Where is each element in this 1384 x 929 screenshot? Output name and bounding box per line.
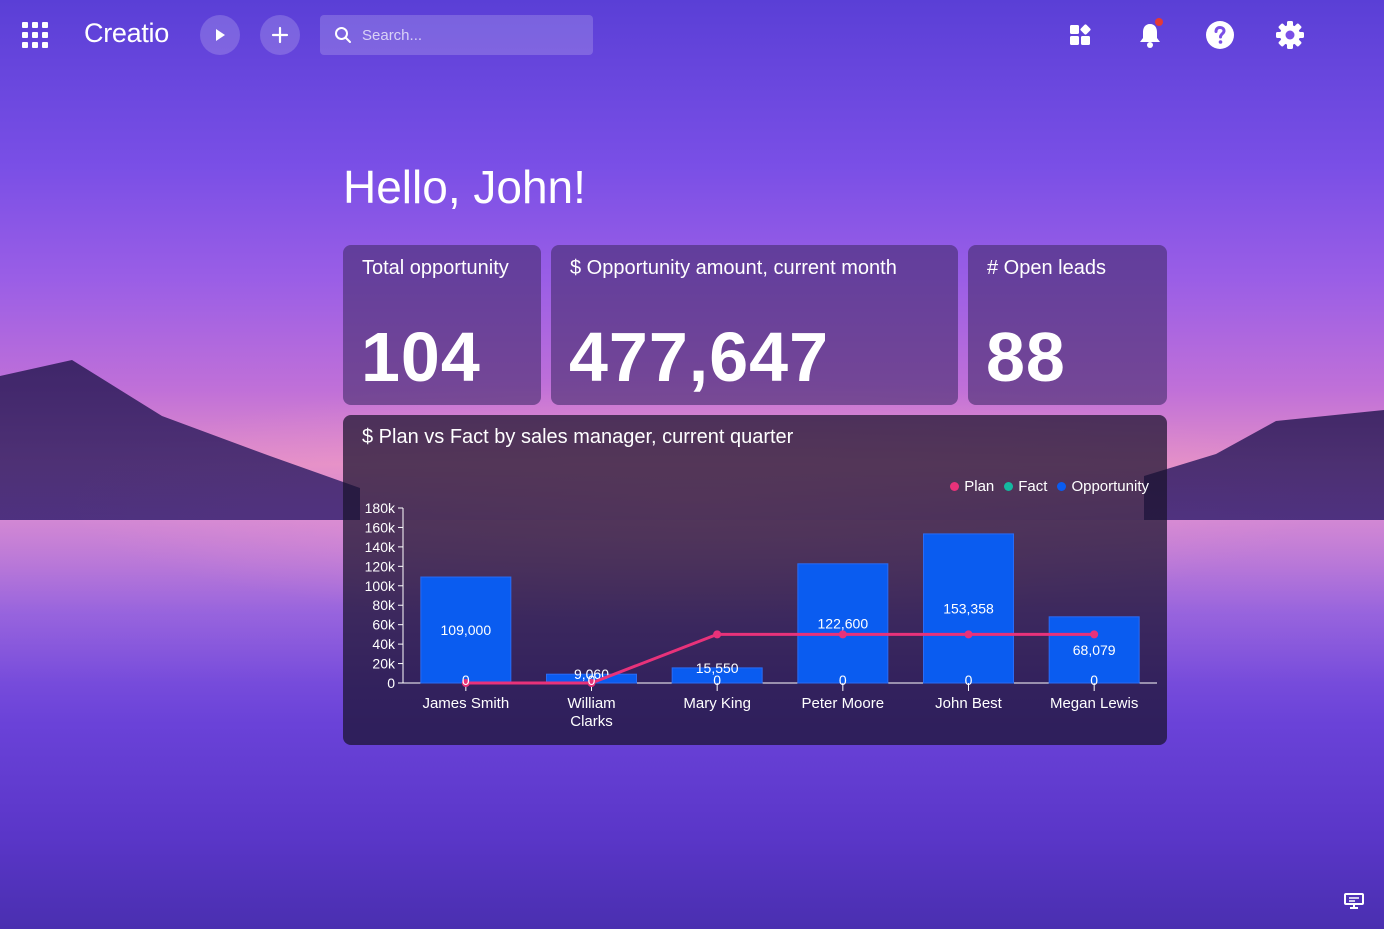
fact-value-label: 0 (965, 672, 973, 688)
monitor-icon (1344, 893, 1364, 909)
background-hill-left (0, 360, 360, 520)
plan-point[interactable] (713, 630, 722, 639)
y-tick-label: 100k (365, 578, 396, 594)
run-process-button[interactable] (200, 15, 240, 55)
plan-point[interactable] (964, 630, 973, 639)
search-bar[interactable] (320, 15, 593, 55)
search-icon (335, 27, 351, 43)
metric-value: 477,647 (569, 318, 830, 396)
bar-value-label: 122,600 (818, 615, 869, 631)
help-button[interactable] (1203, 18, 1237, 52)
play-icon (216, 29, 225, 41)
help-icon (1206, 21, 1234, 49)
creatio-logo[interactable]: Creatio (84, 18, 169, 49)
x-tick-label: John Best (935, 695, 1003, 712)
y-tick-label: 160k (365, 519, 396, 535)
y-tick-label: 40k (372, 636, 396, 652)
y-tick-label: 60k (372, 617, 396, 633)
fact-value-label: 0 (462, 672, 470, 688)
metric-title: # Open leads (987, 257, 1106, 279)
y-tick-label: 20k (372, 656, 396, 672)
add-button[interactable] (260, 15, 300, 55)
metric-title: Total opportunity (362, 257, 509, 279)
metric-card-total-opportunity[interactable]: Total opportunity 104 (343, 245, 541, 405)
y-tick-label: 180k (365, 500, 396, 516)
y-tick-label: 140k (365, 539, 396, 555)
metric-title: $ Opportunity amount, current month (570, 257, 897, 279)
widgets-button[interactable] (1063, 18, 1097, 52)
settings-button[interactable] (1273, 18, 1307, 52)
x-tick-label: Megan Lewis (1050, 695, 1138, 712)
background-hill-right (1144, 410, 1384, 520)
bar-value-label: 153,358 (943, 600, 994, 616)
gear-icon (1276, 21, 1304, 49)
plan-point[interactable] (838, 630, 847, 639)
bar-value-label: 68,079 (1073, 642, 1116, 658)
fact-value-label: 0 (713, 672, 721, 688)
apps-grid-icon[interactable] (22, 22, 48, 48)
x-tick-label: Mary King (683, 695, 751, 712)
metric-card-opportunity-amount[interactable]: $ Opportunity amount, current month 477,… (551, 245, 958, 405)
metric-value: 104 (361, 318, 481, 396)
chart-plot: 0 20k 40k 60k 80k 100k 120k 140k 160k 180k 109,000… (365, 500, 1157, 730)
x-tick-label: James Smith (422, 695, 509, 712)
x-tick-label: William (567, 695, 615, 712)
y-tick-label: 120k (365, 558, 396, 574)
top-bar: Creatio (0, 0, 1384, 70)
fact-value-label: 0 (588, 672, 596, 688)
x-tick-label: Peter Moore (802, 695, 885, 712)
chart-panel-plan-vs-fact[interactable]: $ Plan vs Fact by sales manager, current… (343, 415, 1167, 745)
notification-badge (1155, 18, 1163, 26)
widgets-icon (1070, 24, 1091, 45)
notifications-button[interactable] (1133, 18, 1167, 52)
y-tick-label: 80k (372, 597, 396, 613)
search-input[interactable] (360, 25, 584, 45)
plan-point[interactable] (1090, 630, 1099, 639)
plus-icon (271, 26, 289, 44)
metric-card-open-leads[interactable]: # Open leads 88 (968, 245, 1167, 405)
monitor-button[interactable] (1344, 893, 1364, 913)
metric-value: 88 (986, 318, 1066, 396)
x-tick-label: Clarks (570, 713, 613, 730)
fact-value-label: 0 (839, 672, 847, 688)
page-greeting: Hello, John! (343, 161, 586, 213)
fact-value-label: 0 (1090, 672, 1098, 688)
y-tick-label: 0 (387, 675, 395, 691)
bar-value-label: 109,000 (441, 622, 492, 638)
